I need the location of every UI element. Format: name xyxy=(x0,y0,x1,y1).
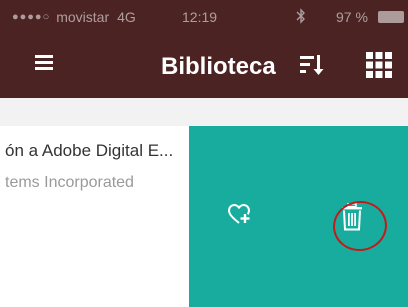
grid-view-icon[interactable] xyxy=(366,52,392,78)
book-author: tems Incorporated xyxy=(5,174,134,191)
status-time: 12:19 xyxy=(182,9,218,25)
carrier-info: ●●●●○ movistar 4G xyxy=(12,9,136,25)
book-title: ón a Adobe Digital E... xyxy=(5,141,174,160)
status-bar: ●●●●○ movistar 4G 12:19 97 % xyxy=(0,0,408,34)
add-to-favorites-heart-icon[interactable] xyxy=(227,202,253,226)
bluetooth-icon xyxy=(296,8,306,24)
battery-percent: 97 % xyxy=(336,9,368,25)
navigation-bar: Biblioteca xyxy=(0,34,408,98)
carrier-name: movistar xyxy=(56,9,110,25)
page-title: Biblioteca xyxy=(161,53,276,80)
signal-strength-icon: ●●●●○ xyxy=(12,11,51,23)
battery-icon xyxy=(378,11,404,23)
network-type: 4G xyxy=(117,9,136,25)
sort-icon[interactable] xyxy=(299,53,325,77)
hamburger-menu-icon[interactable] xyxy=(34,52,54,72)
list-header-band xyxy=(0,98,408,126)
